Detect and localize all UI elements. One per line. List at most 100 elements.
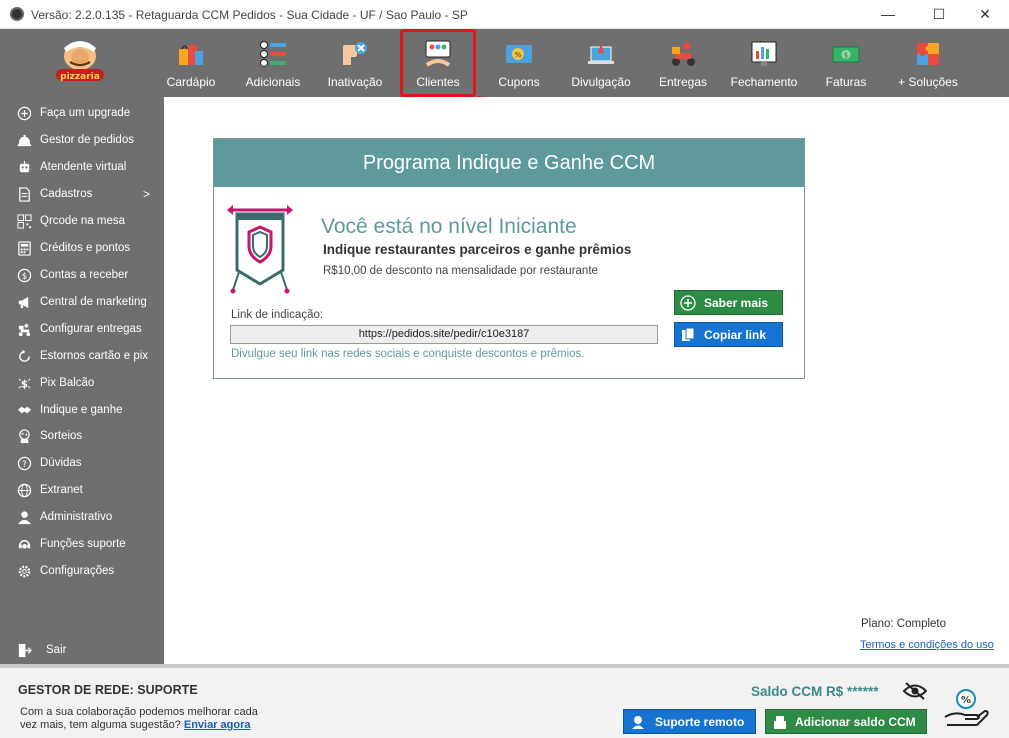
calculator-icon <box>18 241 31 256</box>
user-icon <box>17 511 32 525</box>
shopping-bags-icon <box>179 45 203 65</box>
close-button[interactable]: ✕ <box>962 0 1008 29</box>
chevron-right-icon: > <box>143 187 151 201</box>
eye-off-icon[interactable] <box>903 682 927 700</box>
money-bills-icon: $ <box>832 46 860 63</box>
sidebar-item-estornos[interactable]: Estornos cartão e pix <box>0 346 164 368</box>
hand-percent-icon[interactable]: % <box>943 687 989 727</box>
suporte-remoto-button[interactable]: Suporte remoto <box>623 709 756 734</box>
sidebar-item-atendente-virtual[interactable]: Atendente virtual <box>0 157 164 179</box>
svg-text:pizzaria: pizzaria <box>60 72 100 82</box>
svg-text:$: $ <box>22 271 27 281</box>
network-manager-label: GESTOR DE REDE: SUPORTE <box>18 683 198 697</box>
plus-square-icon <box>680 295 696 311</box>
handshake-icon <box>17 406 32 414</box>
referral-card: Programa Indique e Ganhe CCM Você está n… <box>213 138 805 379</box>
sidebar-item-creditos[interactable]: Créditos e pontos <box>0 238 164 260</box>
card-subtitle: Indique restaurantes parceiros e ganhe p… <box>323 242 632 257</box>
delivery-scooter-icon <box>672 42 695 66</box>
link-label: Link de indicação: <box>231 309 324 321</box>
cash-register-icon <box>774 716 786 729</box>
toolbar-fechamento[interactable]: Fechamento <box>723 29 805 97</box>
sidebar-item-gestor-pedidos[interactable]: Gestor de pedidos <box>0 130 164 152</box>
sidebar-item-upgrade[interactable]: Faça um upgrade <box>0 103 164 125</box>
terms-link[interactable]: Termos e condições do uso <box>860 639 994 651</box>
toolbar-clientes[interactable]: Clientes <box>400 29 476 97</box>
sidebar-item-marketing[interactable]: Central de marketing <box>0 292 164 314</box>
plus-circle-icon <box>17 106 32 121</box>
sidebar-item-pix-balcao[interactable]: $ Pix Balcão <box>0 373 164 395</box>
top-toolbar: pizzaria Cardápio Adicionais Inativação … <box>0 29 1009 97</box>
report-chart-icon <box>751 41 777 66</box>
pizzaria-logo: pizzaria <box>56 41 104 82</box>
sidebar-item-funcoes-suporte[interactable]: Funções suporte <box>0 534 164 556</box>
toolbar-inativacao[interactable]: Inativação <box>314 29 396 97</box>
toolbar-cupons[interactable]: % Cupons <box>478 29 560 97</box>
delivery-icon <box>18 323 31 337</box>
minimize-button[interactable]: — <box>865 0 911 29</box>
footer-bar: GESTOR DE REDE: SUPORTE Com a sua colabo… <box>0 664 1009 738</box>
svg-text:$: $ <box>844 52 848 60</box>
money-icon: $ <box>17 268 32 283</box>
maximize-button[interactable]: ☐ <box>916 0 962 29</box>
thumbs-down-icon <box>343 42 367 65</box>
feedback-text: Com a sua colaboração podemos melhorar c… <box>20 706 258 731</box>
sidebar-item-configurar-entregas[interactable]: Configurar entregas <box>0 319 164 341</box>
rocket-laptop-icon <box>588 43 614 64</box>
refund-icon <box>19 349 30 362</box>
headset-icon <box>18 540 31 549</box>
qrcode-icon <box>17 214 32 229</box>
badge-pennant-icon <box>227 205 293 294</box>
toolbar-faturas[interactable]: $ Faturas <box>805 29 887 97</box>
support-agent-icon <box>632 716 644 729</box>
card-header: Programa Indique e Ganhe CCM <box>214 139 804 187</box>
sidebar-item-administrativo[interactable]: Administrativo <box>0 507 164 529</box>
toolbar-solucoes[interactable]: + Soluções <box>887 29 969 97</box>
svg-text:%: % <box>961 695 971 706</box>
document-icon <box>19 187 30 202</box>
app-icon <box>10 7 24 21</box>
balance-label: Saldo CCM R$ ****** <box>751 684 879 699</box>
adicionar-saldo-button[interactable]: Adicionar saldo CCM <box>765 709 927 734</box>
customers-icon <box>425 40 451 67</box>
sidebar-item-duvidas[interactable]: ? Dúvidas <box>0 453 164 475</box>
referral-link-field[interactable]: https://pedidos.site/pedir/c10e3187 <box>230 325 658 344</box>
copiar-link-button[interactable]: Copiar link <box>674 322 783 347</box>
gear-icon <box>18 565 31 578</box>
send-feedback-link[interactable]: Enviar agora <box>184 719 251 731</box>
toolbar-divulgacao[interactable]: Divulgação <box>560 29 642 97</box>
megaphone-icon <box>18 296 29 309</box>
level-title: Você está no nível Iniciante <box>321 215 577 238</box>
pix-icon: $ <box>18 378 31 390</box>
plan-label: Plano: Completo <box>861 618 947 630</box>
globe-icon <box>17 483 32 498</box>
discount-text: R$10,00 de desconto na mensalidade por r… <box>323 265 598 277</box>
link-note: Divulgue seu link nas redes sociais e co… <box>231 348 585 360</box>
sidebar-item-sair[interactable]: Sair <box>0 640 164 662</box>
sidebar-item-sorteios[interactable]: Sorteios <box>0 426 164 448</box>
toolbar-adicionais[interactable]: Adicionais <box>232 29 314 97</box>
cloche-icon <box>17 134 32 147</box>
robot-icon <box>19 160 30 173</box>
sidebar-item-configuracoes[interactable]: Configurações <box>0 561 164 583</box>
puzzle-icon <box>917 43 939 65</box>
window-title: Versão: 2.2.0.135 - Retaguarda CCM Pedid… <box>31 8 468 22</box>
question-icon: ? <box>17 456 32 471</box>
svg-text:?: ? <box>22 459 26 469</box>
toolbar-cardapio[interactable]: Cardápio <box>150 29 232 97</box>
sidebar-item-contas-receber[interactable]: $ Contas a receber <box>0 265 164 287</box>
sidebar-item-extranet[interactable]: Extranet <box>0 480 164 502</box>
svg-text:$: $ <box>21 378 28 390</box>
sidebar-item-qrcode[interactable]: Qrcode na mesa <box>0 211 164 233</box>
sidebar-item-indique-ganhe[interactable]: Indique e ganhe <box>0 400 164 422</box>
sidebar-item-cadastros[interactable]: Cadastros > <box>0 184 164 206</box>
coupon-icon: % <box>506 45 532 63</box>
numbered-list-icon <box>260 41 286 67</box>
logout-icon <box>18 643 32 658</box>
raffle-icon <box>19 429 30 444</box>
saber-mais-button[interactable]: Saber mais <box>674 290 783 315</box>
title-bar: Versão: 2.2.0.135 - Retaguarda CCM Pedid… <box>0 0 1009 29</box>
svg-text:%: % <box>515 51 522 59</box>
sidebar: Faça um upgrade Gestor de pedidos Atende… <box>0 97 164 664</box>
toolbar-entregas[interactable]: Entregas <box>642 29 724 97</box>
